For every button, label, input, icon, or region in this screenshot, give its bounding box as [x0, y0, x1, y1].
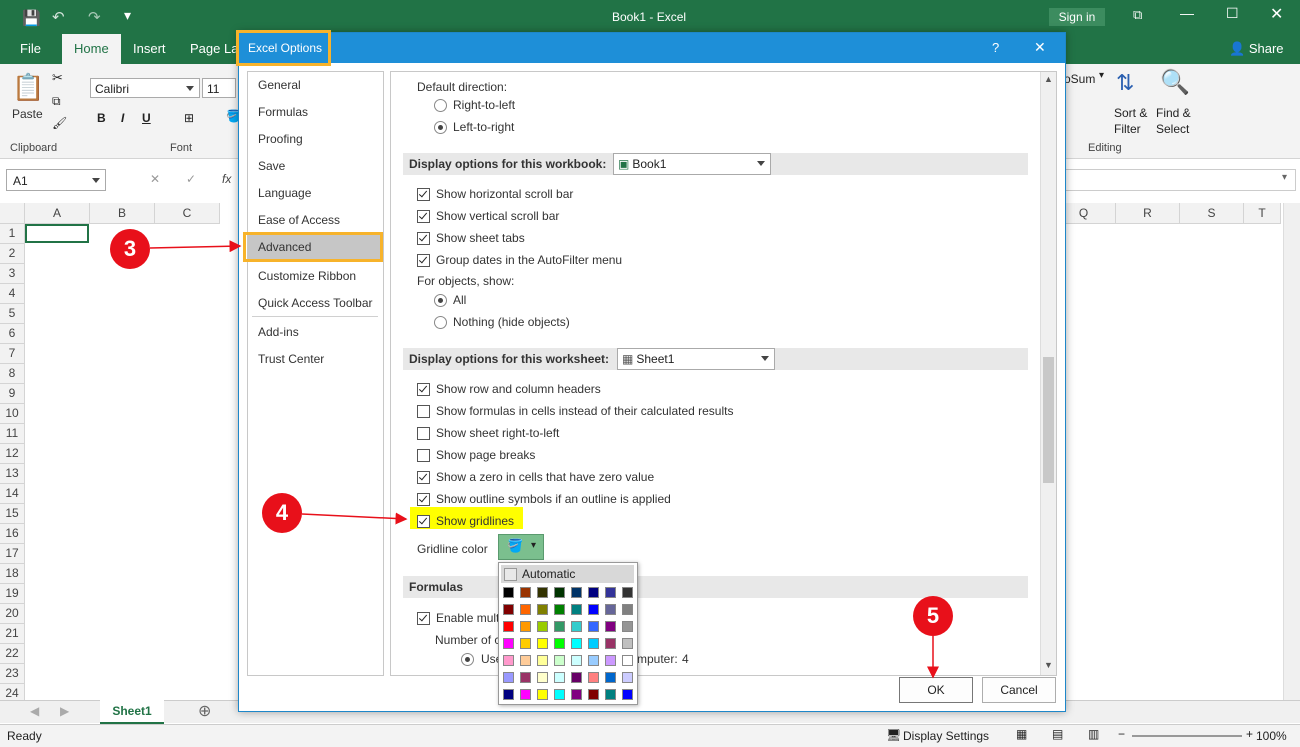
- arrow-to-advanced: [149, 240, 242, 253]
- arrow-to-gridlines: [301, 512, 408, 525]
- annotation-arrows: [149, 240, 939, 679]
